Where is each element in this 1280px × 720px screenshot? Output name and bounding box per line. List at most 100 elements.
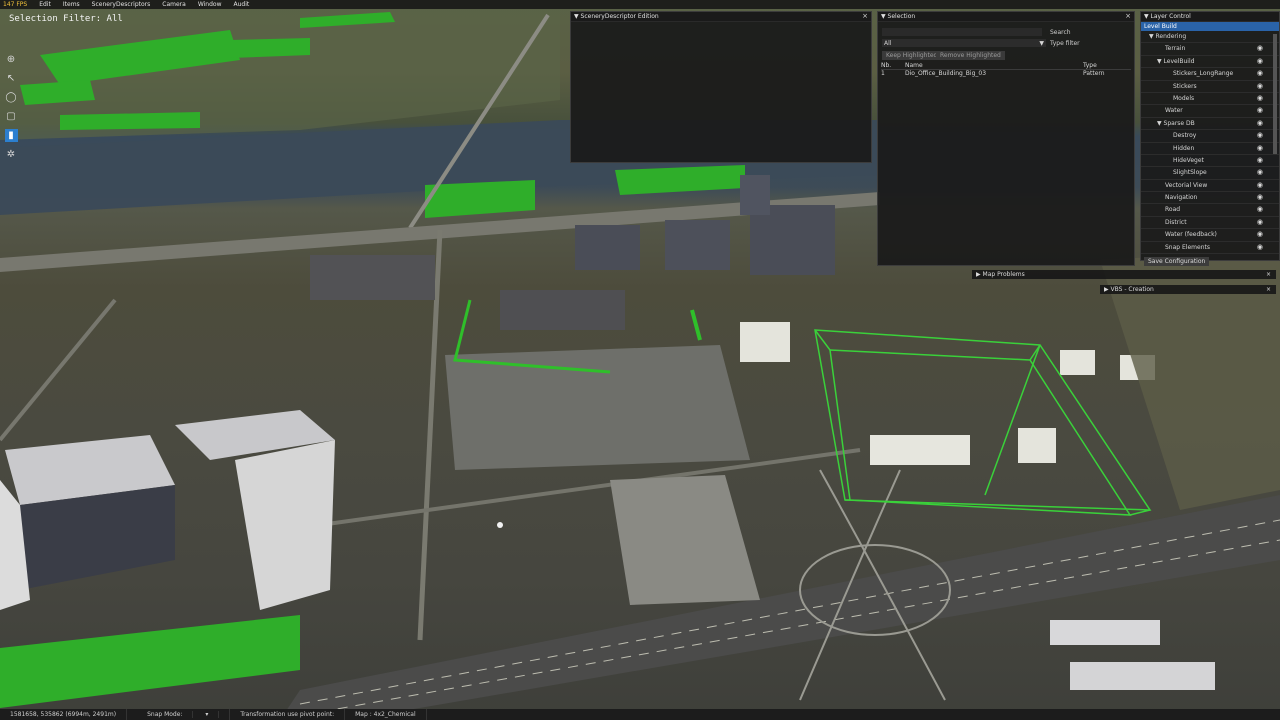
eye-icon[interactable]: ◉	[1257, 130, 1263, 141]
search-input[interactable]	[882, 28, 1042, 36]
eye-icon[interactable]: ◉	[1257, 229, 1263, 240]
eye-icon[interactable]: ◉	[1257, 56, 1263, 67]
box-select-icon[interactable]: ▢	[5, 110, 18, 123]
close-icon[interactable]: ×	[1266, 285, 1271, 294]
close-icon[interactable]: ×	[1266, 270, 1271, 279]
scenery-descriptor-panel: ▼ SceneryDescriptor Edition ×	[570, 11, 872, 163]
eye-icon[interactable]: ◉	[1257, 155, 1263, 166]
menu-item-items[interactable]: Items	[63, 0, 80, 9]
panel-title[interactable]: ▼ Layer Control	[1141, 12, 1279, 22]
table-row[interactable]: 1 Dio_Office_Building_Big_03 Pattern	[881, 70, 1131, 78]
column-header-name[interactable]: Name	[905, 62, 1083, 69]
column-header-type[interactable]: Type	[1083, 62, 1123, 69]
eye-icon[interactable]: ◉	[1257, 81, 1263, 92]
type-filter-select[interactable]: All ▼	[882, 39, 1046, 47]
layer-control-panel: ▼ Layer Control Level Build ▼ Rendering T…	[1140, 11, 1280, 267]
eye-icon[interactable]: ◉	[1257, 118, 1263, 129]
layer-item[interactable]: District ◉	[1141, 217, 1279, 230]
layer-item[interactable]: SlightSlope ◉	[1141, 167, 1279, 180]
layer-item[interactable]: Stickers_LongRange ◉	[1141, 68, 1279, 81]
eye-icon[interactable]: ◉	[1257, 192, 1263, 203]
layer-item-label: HideVeget	[1173, 156, 1204, 164]
eye-icon[interactable]: ◉	[1257, 242, 1263, 253]
remove-highlighted-button[interactable]: Remove Highlighted	[936, 51, 1005, 60]
layer-item-label: District	[1165, 218, 1187, 226]
fps-counter: 147 FPS	[3, 1, 28, 8]
eye-icon[interactable]: ◉	[1257, 217, 1263, 228]
map-problems-bar[interactable]: ▶ Map Problems ×	[972, 270, 1276, 279]
close-icon[interactable]: ×	[862, 12, 868, 21]
eye-icon[interactable]: ◉	[1257, 167, 1263, 178]
snap-mode-dropdown[interactable]: Snap Mode: ▾	[127, 709, 231, 720]
status-bar: 1581658, 535862 (6994m, 2491m) Snap Mode…	[0, 709, 1280, 720]
layer-item[interactable]: Stickers ◉	[1141, 81, 1279, 93]
layer-item-label: Road	[1165, 206, 1181, 214]
layer-item[interactable]: Vectorial View ◉	[1141, 180, 1279, 193]
layer-item-label: Snap Elements	[1165, 243, 1210, 251]
close-icon[interactable]: ×	[1125, 12, 1131, 21]
menu-bar: 147 FPS Edit Items SceneryDescriptors Ca…	[0, 0, 1280, 9]
layer-item[interactable]: ▼ LevelBuild ◉	[1141, 56, 1279, 69]
selection-panel: ▼ Selection × Search All ▼ Type filter K…	[877, 11, 1135, 266]
layer-item-label: ▼ Rendering	[1149, 33, 1187, 40]
menu-item-edit[interactable]: Edit	[39, 0, 51, 9]
selection-table-header: Nb. Name Type	[881, 62, 1131, 70]
crosshair-icon[interactable]: ⊕	[5, 53, 18, 66]
layer-item-label: Vectorial View	[1165, 181, 1208, 189]
eye-icon[interactable]: ◉	[1257, 93, 1263, 104]
menu-item-scenery-descriptors[interactable]: SceneryDescriptors	[92, 0, 151, 9]
column-header-nb[interactable]: Nb.	[881, 62, 905, 69]
selection-panel-title: ▼ Selection	[881, 13, 916, 20]
status-coordinates: 1581658, 535862 (6994m, 2491m)	[0, 709, 128, 720]
tool-strip: ⊕ ↖ ◯ ▢ ▮ ✲	[2, 53, 20, 161]
layer-item[interactable]: ▼ Rendering	[1141, 31, 1279, 44]
layer-item[interactable]: Terrain ◉	[1141, 43, 1279, 56]
chevron-down-icon: ▾	[195, 711, 220, 718]
eye-icon[interactable]: ◉	[1257, 204, 1263, 215]
layer-item-label: Terrain	[1165, 45, 1186, 53]
layer-item[interactable]: Hidden ◉	[1141, 143, 1279, 155]
layer-item-label: Hidden	[1173, 144, 1195, 152]
keep-highlighted-button[interactable]: Keep Highlighted	[882, 51, 942, 60]
eye-icon[interactable]: ◉	[1257, 68, 1263, 79]
gizmo-icon[interactable]: ✲	[5, 148, 18, 161]
eye-icon[interactable]: ◉	[1257, 43, 1263, 54]
cursor-icon[interactable]: ▮	[4, 129, 18, 142]
layer-item-label: Navigation	[1165, 194, 1198, 202]
lasso-icon[interactable]: ◯	[5, 91, 18, 104]
tab-level-build[interactable]: Level Build	[1141, 22, 1279, 31]
panel-title[interactable]: ▼ Selection ×	[878, 12, 1134, 22]
eye-icon[interactable]: ◉	[1257, 180, 1263, 191]
save-configuration-button[interactable]: Save Configuration	[1144, 257, 1210, 267]
layer-item[interactable]: Road ◉	[1141, 204, 1279, 217]
vbs-creation-bar[interactable]: ▶ VBS - Creation ×	[1100, 285, 1276, 294]
scenery-panel-title: ▼ SceneryDescriptor Edition	[574, 13, 659, 20]
layer-item[interactable]: Water ◉	[1141, 105, 1279, 118]
move-arrow-icon[interactable]: ↖	[5, 72, 18, 85]
menu-item-window[interactable]: Window	[198, 0, 222, 9]
type-filter-value: All	[884, 39, 892, 47]
layer-item-label: ▼ LevelBuild	[1157, 57, 1195, 65]
chevron-down-icon: ▼	[1039, 39, 1044, 47]
layer-item[interactable]: ▼ Sparse DB ◉	[1141, 118, 1279, 131]
scrollbar[interactable]	[1273, 34, 1277, 154]
layer-control-title: ▼ Layer Control	[1144, 13, 1191, 20]
transformation-pivot-label[interactable]: Transformation use pivot point:	[230, 709, 346, 720]
layer-item[interactable]: Navigation ◉	[1141, 192, 1279, 205]
eye-icon[interactable]: ◉	[1257, 143, 1263, 154]
eye-icon[interactable]: ◉	[1257, 105, 1263, 116]
selection-filter-label: Selection Filter: All	[9, 14, 123, 24]
layer-item[interactable]: Water (feedback) ◉	[1141, 229, 1279, 242]
menu-item-camera[interactable]: Camera	[162, 0, 186, 9]
layer-item[interactable]: Models ◉	[1141, 93, 1279, 106]
panel-title[interactable]: ▼ SceneryDescriptor Edition ×	[571, 12, 871, 22]
map-name: Map : 4x2_Chemical	[345, 709, 427, 720]
menu-item-audit[interactable]: Audit	[234, 0, 250, 9]
layer-item-label: Water	[1165, 107, 1183, 115]
layer-item[interactable]: Destroy ◉	[1141, 130, 1279, 143]
layer-item[interactable]: Snap Elements ◉	[1141, 242, 1279, 255]
row-nb: 1	[881, 70, 885, 77]
layer-item[interactable]: HideVeget ◉	[1141, 155, 1279, 168]
type-filter-label: Type filter	[1050, 40, 1080, 47]
layer-tree: ▼ Rendering Terrain ◉ ▼ LevelBuild ◉ Stickers…	[1141, 31, 1279, 255]
